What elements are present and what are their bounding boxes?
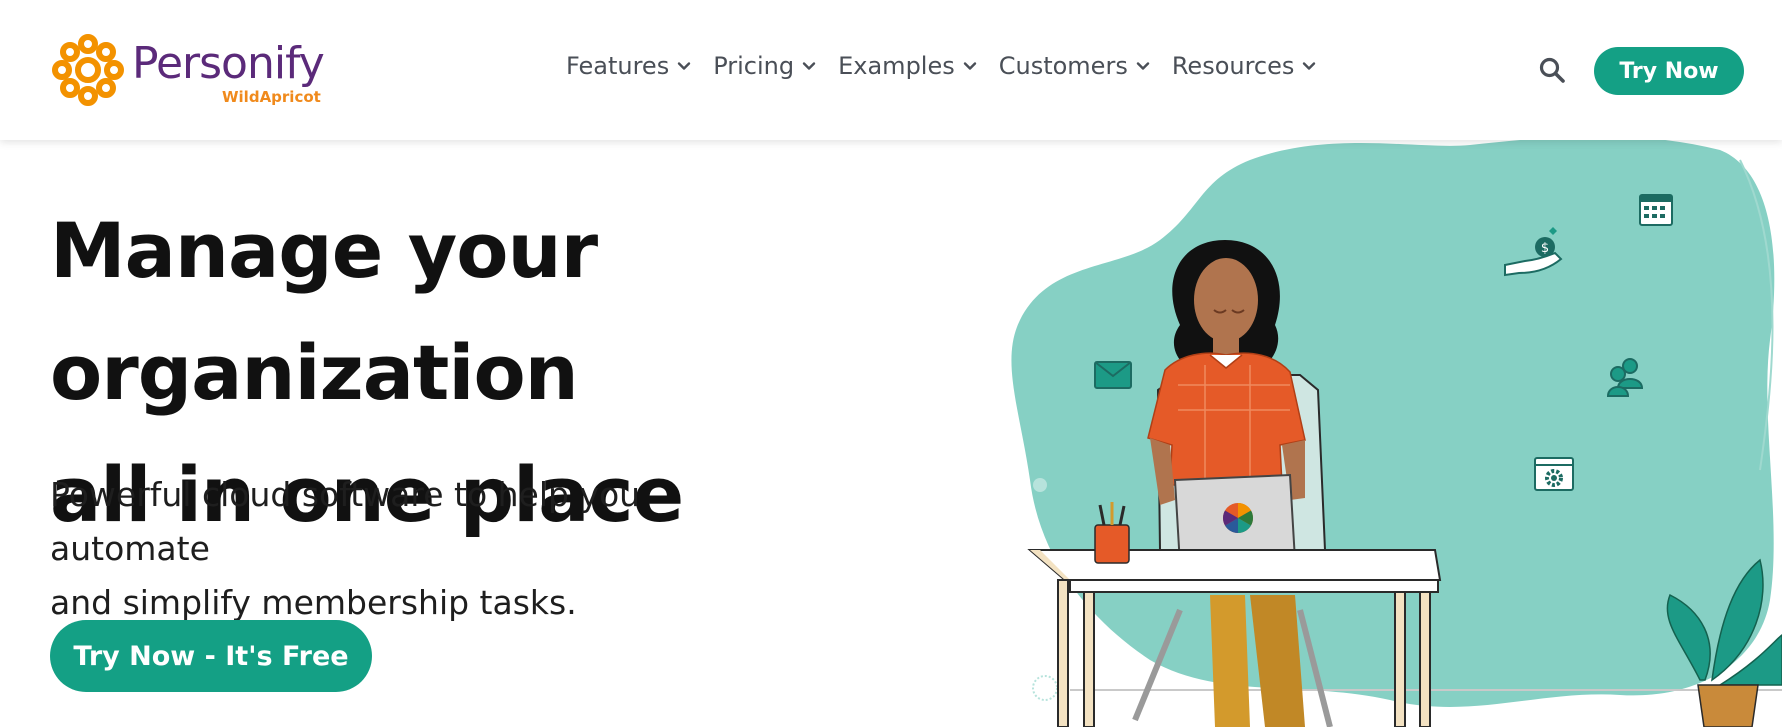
nav-item-label: Resources	[1171, 52, 1295, 80]
pen-cup	[1094, 502, 1130, 564]
nav-item-features[interactable]: Features	[566, 52, 691, 80]
svg-text:$: $	[1541, 241, 1549, 256]
nav-item-label: Pricing	[713, 52, 795, 80]
nav-item-label: Examples	[838, 52, 955, 80]
nav-item-pricing[interactable]: Pricing	[713, 52, 816, 80]
search-icon[interactable]	[1538, 56, 1566, 84]
hero-subtitle-line: and simplify membership tasks.	[50, 583, 577, 622]
chevron-down-icon	[1303, 62, 1316, 70]
brand-logo[interactable]: Personify WildApricot	[50, 30, 360, 110]
envelope-icon	[1094, 361, 1132, 389]
nav-item-customers[interactable]: Customers	[999, 52, 1150, 80]
nav-item-label: Customers	[998, 52, 1128, 80]
hero-illustration: $ $	[1011, 140, 1782, 727]
flower-logo-icon	[52, 34, 124, 106]
calendar-icon	[1639, 194, 1673, 226]
hero-subtitle-line: Powerful cloud software to help you auto…	[50, 475, 641, 568]
hero-title-line: Manage your organization	[50, 206, 598, 417]
nav-item-examples[interactable]: Examples	[838, 52, 977, 80]
brand-name: Personify	[132, 38, 325, 89]
try-now-free-button[interactable]: Try Now - It's Free	[50, 620, 372, 692]
nav-item-resources[interactable]: Resources	[1172, 52, 1317, 80]
chevron-down-icon	[802, 62, 816, 70]
brand-sub: WildApricot	[222, 88, 321, 106]
settings-window-icon	[1534, 457, 1574, 491]
chevron-down-icon	[678, 62, 691, 70]
try-now-button[interactable]: Try Now	[1594, 47, 1744, 95]
site-header: Personify WildApricot Features Pricing E…	[0, 0, 1782, 140]
chevron-down-icon	[1136, 62, 1150, 70]
hero-subtitle: Powerful cloud software to help you auto…	[50, 468, 810, 630]
chevron-down-icon	[963, 62, 976, 70]
nav-item-label: Features	[566, 52, 670, 80]
main-nav: Features Pricing Examples Customers Reso…	[566, 52, 1316, 80]
